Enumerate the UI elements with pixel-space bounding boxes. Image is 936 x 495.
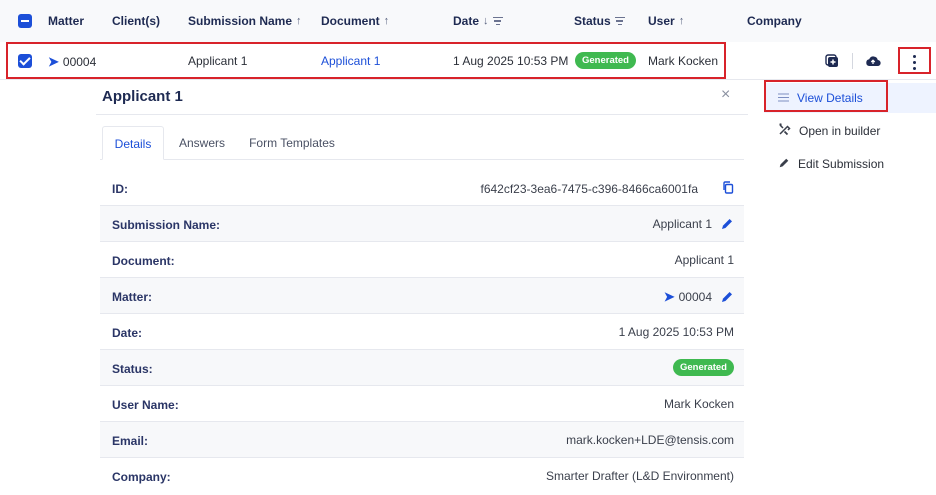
field-document: Document: Applicant 1 [100,242,744,278]
field-company: Company: Smarter Drafter (L&D Environmen… [112,469,734,484]
panel-title: Applicant 1 [102,88,183,105]
cloud-upload-icon[interactable] [864,53,882,69]
column-matter[interactable]: Matter [48,14,84,28]
email-value: mark.kocken+LDE@tensis.com [566,433,734,447]
sort-up-icon: ↑ [678,15,685,27]
sort-up-icon: ↑ [296,15,302,27]
row-highlight [6,42,726,79]
matter-chevron-icon: ➤ [663,289,675,304]
copy-icon[interactable] [722,181,734,197]
tab-form-templates[interactable]: Form Templates [240,126,344,160]
edit-pencil-icon[interactable] [720,290,734,304]
column-submission-name[interactable]: Submission Name ↑ [188,14,302,28]
document-value: Applicant 1 [674,253,734,267]
user-name-value: Mark Kocken [663,397,734,411]
close-icon[interactable]: × [721,86,730,104]
more-options-highlight [898,47,931,74]
tab-details[interactable]: Details [102,126,164,160]
column-clients[interactable]: Client(s) [112,14,160,28]
filter-icon[interactable] [492,15,503,27]
divider [96,114,748,115]
select-all-checkbox[interactable] [18,14,32,28]
column-status[interactable]: Status [574,14,625,28]
field-submission-name: Submission Name: Applicant 1 [100,206,744,242]
field-email: Email: mark.kocken+LDE@tensis.com [100,422,744,458]
date-value: 1 Aug 2025 10:53 PM [618,325,734,339]
field-status: Status: Generated [100,350,744,386]
view-details-highlight [764,80,888,112]
id-value: f642cf23-3ea6-7475-c396-8466ca6001fa [480,182,698,196]
edit-pencil-icon [778,157,790,172]
field-matter: Matter: ➤ 00004 [100,278,744,314]
divider [852,53,853,69]
menu-item-edit-submission[interactable]: Edit Submission [764,149,936,179]
details-panel: Applicant 1 × Details Answers Form Templ… [96,80,748,495]
edit-pencil-icon[interactable] [720,217,734,231]
submission-name-value: Applicant 1 [652,217,712,231]
company-value: Smarter Drafter (L&D Environment) [545,469,734,483]
column-document[interactable]: Document ↑ [321,14,389,28]
matter-value[interactable]: ➤ 00004 [664,289,712,305]
field-date: Date: 1 Aug 2025 10:53 PM [100,314,744,350]
tools-icon [778,123,791,139]
status-badge: Generated [673,359,734,376]
field-id: ID: f642cf23-3ea6-7475-c396-8466ca6001fa [100,170,744,206]
menu-item-open-in-builder[interactable]: Open in builder [764,116,936,146]
tab-bar: Details Answers Form Templates [100,126,744,160]
duplicate-icon[interactable] [824,53,840,69]
column-date[interactable]: Date ↓ [453,14,503,28]
column-user[interactable]: User ↑ [648,14,684,28]
tab-answers[interactable]: Answers [172,126,232,160]
table-header: Matter Client(s) Submission Name ↑ Docum… [0,0,936,42]
column-company[interactable]: Company [747,14,802,28]
field-user-name: User Name: Mark Kocken [100,386,744,422]
sort-up-icon: ↑ [383,15,390,27]
filter-icon[interactable] [614,15,625,27]
sort-down-icon: ↓ [483,15,489,27]
